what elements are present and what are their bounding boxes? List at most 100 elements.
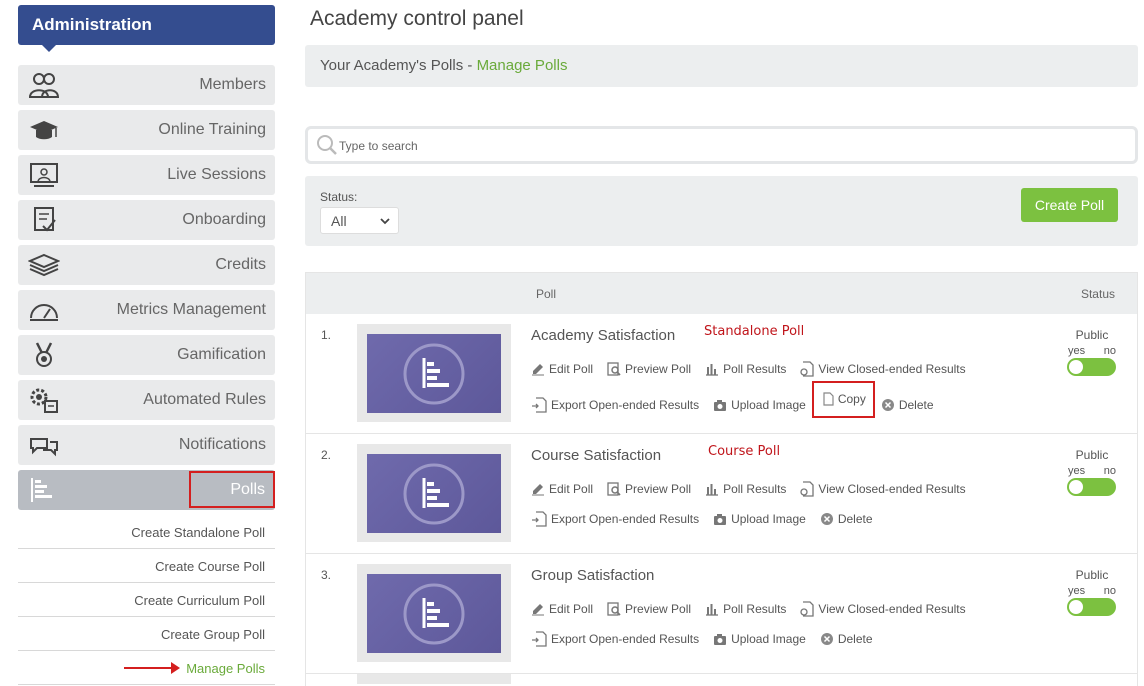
sidebar-item-members[interactable]: Members <box>18 65 275 105</box>
breadcrumb-prefix: Your Academy's Polls - <box>320 57 477 74</box>
create-curriculum-poll-link[interactable]: Create Curriculum Poll <box>18 583 275 617</box>
filter-bar: Status: All Create Poll <box>305 176 1138 246</box>
status-cell: Public yes no <box>1067 568 1117 616</box>
export-open-ended-results-action[interactable]: Export Open-ended Results <box>531 631 699 647</box>
action-label: Delete <box>837 632 873 646</box>
public-toggle[interactable] <box>1067 598 1116 616</box>
bar-chart-icon <box>28 476 60 504</box>
results-chart-icon <box>706 364 719 376</box>
sidebar-item-label: Online Training <box>158 121 266 138</box>
action-label: Export Open-ended Results <box>551 632 700 646</box>
presentation-icon <box>28 161 60 189</box>
view-closed-ended-results-action[interactable]: View Closed-ended Results <box>800 481 966 497</box>
layers-icon <box>27 251 61 279</box>
export-icon <box>532 631 547 647</box>
preview-poll-action[interactable]: Preview Poll <box>607 481 691 497</box>
breadcrumb: Your Academy's Polls - Manage Polls <box>305 45 1138 87</box>
sidebar-item-onboarding[interactable]: Onboarding <box>18 200 275 240</box>
members-icon <box>28 71 60 99</box>
poll-thumbnail[interactable] <box>357 324 511 422</box>
action-label: Poll Results <box>723 602 787 616</box>
edit-icon <box>532 484 544 496</box>
action-label: Export Open-ended Results <box>551 397 700 412</box>
chat-bubbles-icon <box>28 431 60 459</box>
sidebar-item-live-sessions[interactable]: Live Sessions <box>18 155 275 195</box>
poll-type-annotation: Course Poll <box>708 444 781 459</box>
status-cell: Public yes no <box>1067 448 1117 496</box>
delete-icon <box>820 513 833 525</box>
poll-title[interactable]: Course Satisfaction <box>531 447 661 464</box>
status-public-label: Public <box>1075 568 1109 582</box>
upload-image-action[interactable]: Upload Image <box>713 391 806 418</box>
create-poll-button[interactable]: Create Poll <box>1021 188 1118 222</box>
view-closed-ended-results-action[interactable]: View Closed-ended Results <box>800 601 966 617</box>
sidebar-item-label: Notifications <box>178 436 266 453</box>
create-course-poll-link[interactable]: Create Course Poll <box>18 549 275 583</box>
results-chart-icon <box>706 484 719 496</box>
camera-icon <box>714 514 727 525</box>
poll-results-action[interactable]: Poll Results <box>705 361 786 377</box>
edit-poll-action[interactable]: Edit Poll <box>531 361 593 377</box>
sidebar-item-online-training[interactable]: Online Training <box>18 110 275 150</box>
chevron-down-icon <box>380 209 390 244</box>
poll-results-action[interactable]: Poll Results <box>705 601 786 617</box>
create-standalone-poll-link[interactable]: Create Standalone Poll <box>18 515 275 549</box>
sidebar: Administration Members Online Training L… <box>18 5 275 685</box>
upload-image-action[interactable]: Upload Image <box>713 631 806 647</box>
sidebar-item-credits[interactable]: Credits <box>18 245 275 285</box>
document-view-icon <box>800 361 815 377</box>
manage-polls-link[interactable]: Manage Polls <box>18 651 275 685</box>
speedometer-icon <box>28 296 60 324</box>
export-open-ended-results-action[interactable]: Export Open-ended Results <box>531 511 699 527</box>
sidebar-item-metrics-management[interactable]: Metrics Management <box>18 290 275 330</box>
delete-icon <box>820 633 833 645</box>
edit-poll-action[interactable]: Edit Poll <box>531 481 593 497</box>
delete-action[interactable]: Delete <box>820 511 873 527</box>
action-label: Upload Image <box>731 632 806 646</box>
row-number: 1. <box>321 328 332 342</box>
search-box[interactable] <box>305 126 1138 164</box>
sidebar-item-polls[interactable]: Polls <box>18 470 275 510</box>
export-open-ended-results-action[interactable]: Export Open-ended Results <box>531 391 699 418</box>
poll-actions-row2: Export Open-ended Results Upload Image C… <box>531 381 948 418</box>
sidebar-item-automated-rules[interactable]: Automated Rules <box>18 380 275 420</box>
yes-label: yes <box>1068 465 1086 477</box>
create-group-poll-link[interactable]: Create Group Poll <box>18 617 275 651</box>
sidebar-item-gamification[interactable]: Gamification <box>18 335 275 375</box>
poll-thumbnail[interactable] <box>357 444 511 542</box>
action-label: View Closed-ended Results <box>818 362 966 376</box>
yes-no-labels: yes no <box>1067 585 1117 597</box>
status-public-label: Public <box>1075 328 1109 342</box>
table-row: 3. Group Satisfaction Edit Poll Preview … <box>306 554 1137 674</box>
search-input[interactable] <box>339 139 939 153</box>
preview-poll-action[interactable]: Preview Poll <box>607 361 691 377</box>
table-row: 2. Course Satisfaction Course Poll Edit … <box>306 434 1137 554</box>
yes-label: yes <box>1068 345 1086 357</box>
action-label: Preview Poll <box>625 602 692 616</box>
delete-action[interactable]: Delete <box>820 631 873 647</box>
status-filter-label: Status: <box>320 190 358 204</box>
poll-title[interactable]: Group Satisfaction <box>531 567 654 584</box>
poll-thumbnail[interactable] <box>357 564 511 662</box>
sidebar-item-notifications[interactable]: Notifications <box>18 425 275 465</box>
toggle-knob <box>1069 480 1083 494</box>
status-filter-value: All <box>331 213 347 229</box>
breadcrumb-manage-polls-link[interactable]: Manage Polls <box>477 57 568 74</box>
delete-action[interactable]: Delete <box>881 391 934 418</box>
polls-submenu: Create Standalone Poll Create Course Pol… <box>18 515 275 685</box>
polls-table: Poll Status 1. Academy Satisfaction Stan… <box>305 272 1138 686</box>
copy-action[interactable]: Copy <box>811 381 875 418</box>
poll-title[interactable]: Academy Satisfaction <box>531 327 675 344</box>
public-toggle[interactable] <box>1067 478 1116 496</box>
public-toggle[interactable] <box>1067 358 1116 376</box>
preview-icon <box>607 602 621 616</box>
status-filter-select[interactable]: All <box>320 207 399 234</box>
yes-label: yes <box>1068 585 1086 597</box>
edit-poll-action[interactable]: Edit Poll <box>531 601 593 617</box>
upload-image-action[interactable]: Upload Image <box>713 511 806 527</box>
view-closed-ended-results-action[interactable]: View Closed-ended Results <box>800 361 966 377</box>
preview-poll-action[interactable]: Preview Poll <box>607 601 691 617</box>
poll-results-action[interactable]: Poll Results <box>705 481 786 497</box>
no-label: no <box>1103 465 1116 477</box>
preview-icon <box>607 362 621 376</box>
